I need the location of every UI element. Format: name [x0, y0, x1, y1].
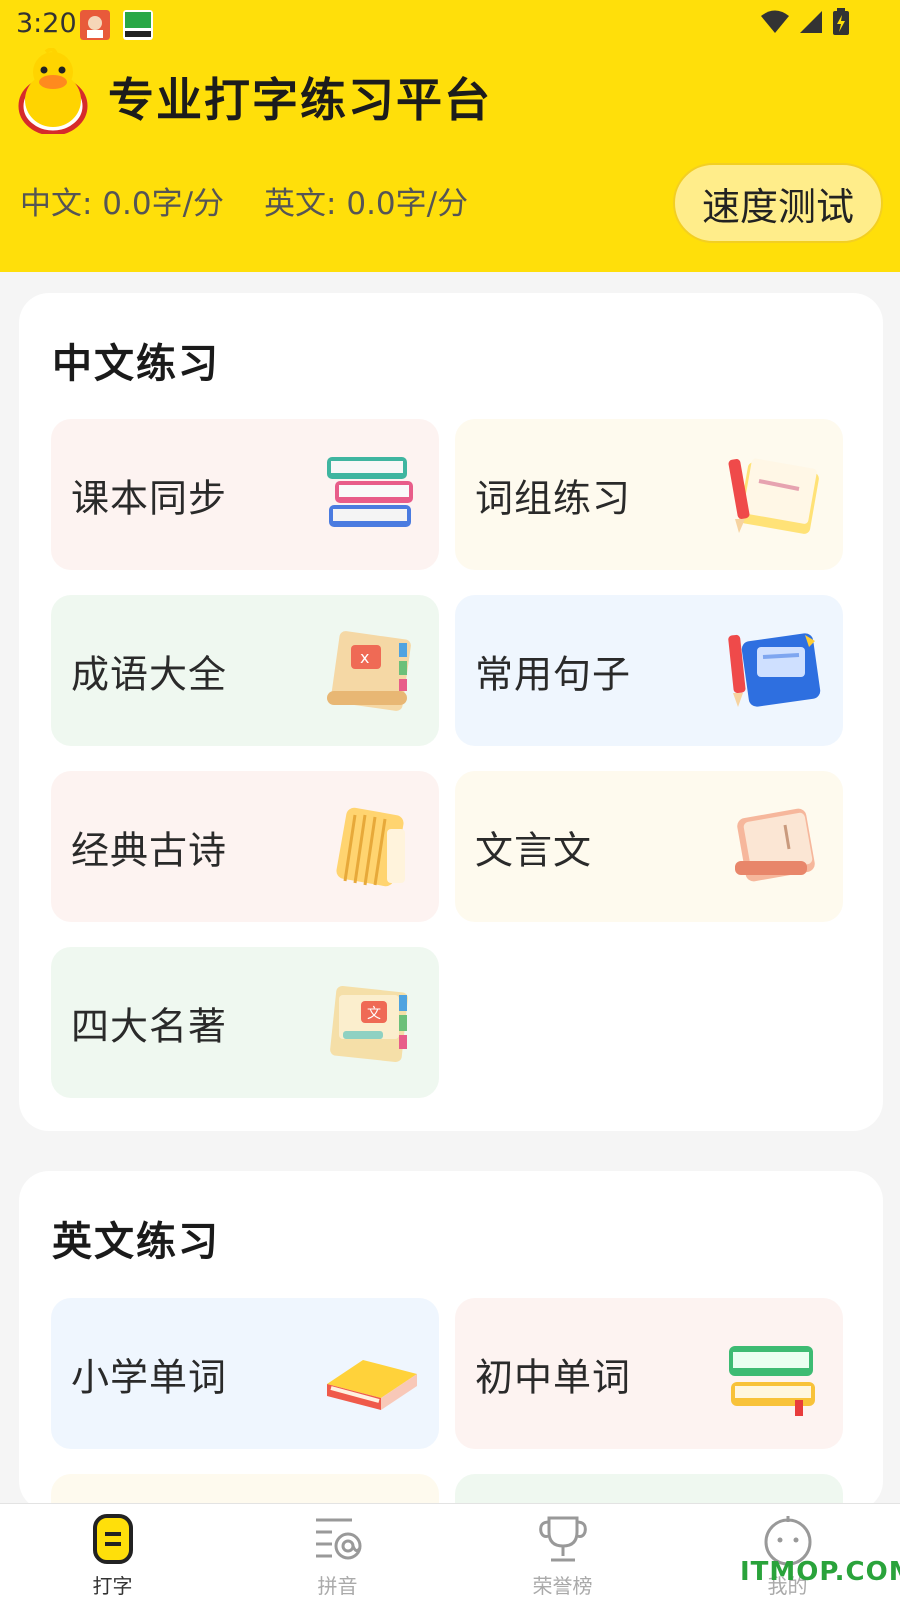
card-label: 经典古诗 — [71, 828, 228, 872]
nav-label: 打字 — [92, 1574, 133, 1598]
nav-label: 拼音 — [317, 1574, 358, 1598]
card-idioms[interactable]: 成语大全 x — [51, 595, 439, 746]
english-speed: 英文: 0.0字/分 — [264, 186, 469, 222]
card-label: 常用句子 — [475, 652, 632, 696]
svg-text:文: 文 — [367, 1006, 381, 1022]
card-label: 初中单词 — [475, 1355, 632, 1399]
bamboo-book-icon — [336, 807, 405, 887]
nav-tab-honor-roll[interactable]: 荣誉榜 — [450, 1504, 675, 1600]
card-classical-chinese[interactable]: 文言文 — [455, 771, 843, 922]
card-label: 文言文 — [475, 828, 593, 872]
textbook-stack-icon — [327, 457, 413, 527]
card-phrase-practice[interactable]: 词组练习 — [455, 419, 843, 570]
notification-app-icon-2 — [123, 10, 153, 40]
nav-tab-typing[interactable]: 打字 — [0, 1504, 225, 1600]
notebook-pencil-icon — [728, 458, 819, 534]
section-title: 中文练习 — [52, 341, 220, 387]
card-four-classics[interactable]: 四大名著 文 — [51, 947, 439, 1098]
app-header: 3:20 专业打字练习平台 中文: 0.0字/分 英文: 0.0字/分 速度测试 — [0, 0, 900, 272]
brand: 专业打字练习平台 — [18, 48, 718, 138]
status-bar: 3:20 — [0, 0, 900, 48]
status-icons — [760, 8, 850, 36]
english-practice-section: 英文练习 小学单词 初中单词 — [19, 1171, 883, 1600]
chinese-practice-section: 中文练习 课本同步 词组练习 成语大全 x 常用句子 经典古诗 文言文 四大名著… — [19, 293, 883, 1131]
battery-icon — [833, 8, 849, 35]
yellow-book-icon — [327, 1360, 417, 1410]
masterpiece-book-icon: 文 — [330, 986, 408, 1062]
card-common-sentences[interactable]: 常用句子 — [455, 595, 843, 746]
speed-stats: 中文: 0.0字/分 英文: 0.0字/分 — [20, 178, 468, 223]
nav-tab-pinyin[interactable]: 拼音 — [225, 1504, 450, 1600]
svg-text:x: x — [360, 648, 369, 667]
card-primary-words[interactable]: 小学单词 — [51, 1298, 439, 1449]
trophy-icon — [538, 1516, 587, 1562]
nav-label: 荣誉榜 — [532, 1574, 593, 1598]
typing-icon — [92, 1514, 133, 1564]
card-label: 小学单词 — [71, 1355, 228, 1399]
chinese-speed: 中文: 0.0字/分 — [20, 186, 225, 222]
speed-test-button[interactable]: 速度测试 — [673, 163, 883, 243]
blue-notebook-icon — [728, 633, 821, 707]
card-label: 词组练习 — [475, 476, 632, 520]
card-label: 四大名著 — [71, 1004, 228, 1048]
green-book-stack-icon — [729, 1346, 815, 1416]
pinyin-icon — [315, 1518, 361, 1560]
scroll-icon: x — [327, 631, 411, 711]
notification-app-icon — [80, 10, 110, 40]
duck-logo-icon — [18, 48, 88, 134]
section-title: 英文练习 — [52, 1219, 220, 1265]
card-label: 成语大全 — [71, 652, 228, 696]
card-textbook-sync[interactable]: 课本同步 — [51, 419, 439, 570]
classic-book-icon — [735, 808, 815, 882]
card-middle-school-words[interactable]: 初中单词 — [455, 1298, 843, 1449]
wifi-icon — [761, 10, 789, 33]
card-label: 课本同步 — [71, 476, 228, 520]
app-title: 专业打字练习平台 — [108, 73, 492, 127]
signal-icon — [800, 11, 822, 33]
card-classic-poems[interactable]: 经典古诗 — [51, 771, 439, 922]
watermark: ITMOP.COM — [740, 1557, 900, 1587]
status-time: 3:20 — [16, 8, 77, 39]
